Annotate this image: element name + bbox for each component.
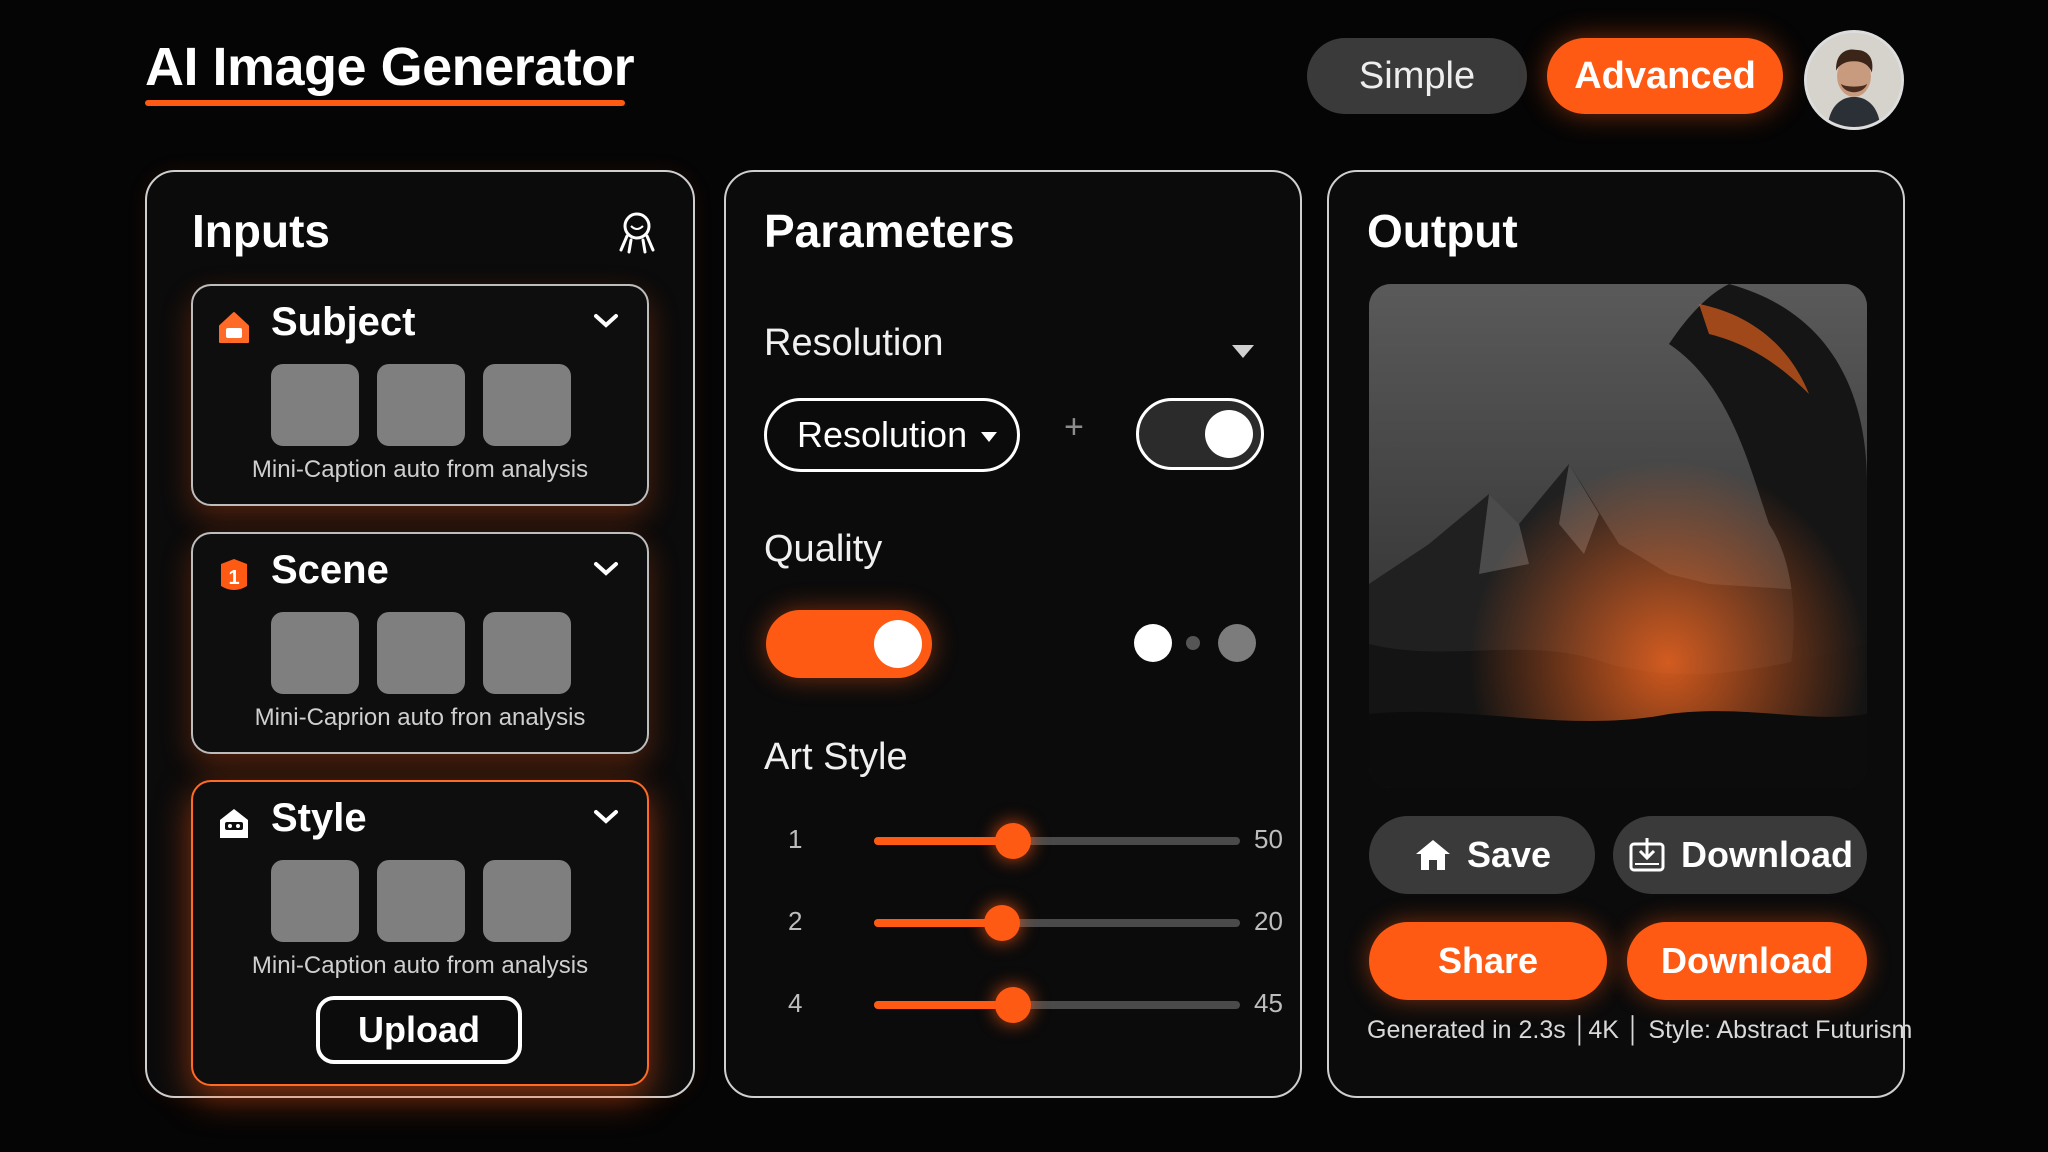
share-button[interactable]: Share — [1369, 922, 1607, 1000]
art-style-slider-row: 1 50 — [764, 820, 1284, 860]
thumbnail[interactable] — [483, 860, 571, 942]
quality-toggle[interactable] — [766, 610, 932, 678]
toggle-knob — [1205, 410, 1253, 458]
slider-track[interactable] — [874, 823, 1240, 859]
chevron-down-icon[interactable] — [593, 806, 619, 826]
style-label: Style — [271, 796, 367, 840]
thumbnail[interactable] — [377, 364, 465, 446]
mode-simple-button[interactable]: Simple — [1307, 38, 1527, 114]
avatar[interactable] — [1804, 30, 1904, 130]
output-title: Output — [1367, 205, 1518, 257]
thumbnail[interactable] — [377, 860, 465, 942]
quality-label: Quality — [764, 528, 883, 570]
home-icon — [1415, 840, 1450, 870]
slider-fill — [874, 919, 1003, 927]
thumbnail[interactable] — [377, 612, 465, 694]
slider-knob[interactable] — [995, 823, 1032, 859]
thumbnail[interactable] — [483, 612, 571, 694]
download-secondary-label: Download — [1681, 834, 1853, 875]
caret-down-icon[interactable] — [1230, 342, 1256, 360]
output-panel: Output Save Download Share Download Gene… — [1327, 170, 1912, 1098]
slider-value: 50 — [1254, 824, 1283, 854]
scene-thumbnails — [271, 612, 571, 694]
title-underline — [145, 100, 625, 106]
badge-1-icon: 1 — [221, 559, 247, 590]
generated-image[interactable] — [1369, 284, 1867, 788]
subject-caption: Mini-Caption auto from analysis — [251, 456, 589, 483]
chevron-down-icon[interactable] — [593, 558, 619, 578]
slider-fill — [874, 1001, 1014, 1009]
slider-track[interactable] — [874, 987, 1240, 1023]
slider-value: 20 — [1254, 906, 1283, 936]
scene-caption: Mini-Caprion auto fron analysis — [254, 704, 586, 731]
chevron-down-icon[interactable] — [593, 310, 619, 330]
thumbnail[interactable] — [483, 364, 571, 446]
download-button[interactable]: Download — [1627, 922, 1867, 1000]
inputs-title: Inputs — [192, 205, 330, 257]
resolution-toggle[interactable] — [1136, 398, 1264, 470]
slider-value: 45 — [1254, 988, 1283, 1018]
thumbnail[interactable] — [271, 860, 359, 942]
inputs-panel: Inputs Subject Mini-Caption auto from an… — [145, 170, 695, 1098]
art-style-slider-row: 4 45 — [764, 984, 1284, 1024]
art-style-label: Art Style — [764, 736, 908, 778]
robot-icon — [220, 809, 248, 838]
thumbnail[interactable] — [271, 364, 359, 446]
subject-thumbnails — [271, 364, 571, 446]
style-caption: Mini-Caption auto from analysis — [251, 952, 589, 979]
scene-label: Scene — [271, 548, 389, 592]
mode-advanced-button[interactable]: Advanced — [1547, 38, 1783, 114]
save-button[interactable]: Save — [1369, 816, 1595, 894]
parameters-title: Parameters — [764, 205, 1015, 257]
slider-track[interactable] — [874, 905, 1240, 941]
slider-knob[interactable] — [995, 987, 1032, 1023]
art-style-slider-row: 2 20 — [764, 902, 1284, 942]
download-icon — [1629, 838, 1665, 872]
scene-card[interactable]: 1 Scene Mini-Caprion auto fron analysis — [191, 532, 649, 754]
toggle-knob — [874, 620, 922, 668]
quality-dot-option[interactable] — [1186, 636, 1200, 650]
subject-card[interactable]: Subject Mini-Caption auto from analysis — [191, 284, 649, 506]
app-title: AI Image Generator — [145, 37, 635, 97]
generation-meta: Generated in 2.3s │4K │ Style: Abstract … — [1367, 1016, 1913, 1044]
quality-dot-option[interactable] — [1134, 624, 1172, 662]
slider-index: 4 — [788, 988, 803, 1018]
resolution-label: Resolution — [764, 322, 944, 364]
save-label: Save — [1466, 834, 1552, 875]
caret-down-icon — [981, 432, 997, 442]
slider-index: 1 — [788, 824, 803, 854]
plus-sign: + — [1064, 408, 1084, 446]
subject-label: Subject — [271, 300, 416, 344]
slider-index: 2 — [788, 906, 803, 936]
lock-icon — [219, 312, 249, 343]
download-secondary-button[interactable]: Download — [1613, 816, 1867, 894]
parameters-panel: Parameters Resolution Resolution + Quali… — [724, 170, 1302, 1098]
style-card[interactable]: Style Mini-Caption auto from analysis Up… — [191, 780, 649, 1086]
upload-button[interactable]: Upload — [316, 996, 522, 1064]
svg-text:1: 1 — [228, 567, 239, 589]
style-thumbnails — [271, 860, 571, 942]
quality-dot-option[interactable] — [1218, 624, 1256, 662]
resolution-select-value: Resolution — [797, 414, 968, 455]
resolution-select[interactable]: Resolution — [764, 398, 1020, 472]
slider-fill — [874, 837, 1014, 845]
search-badge-icon[interactable] — [617, 210, 657, 254]
thumbnail[interactable] — [271, 612, 359, 694]
slider-knob[interactable] — [984, 905, 1021, 941]
